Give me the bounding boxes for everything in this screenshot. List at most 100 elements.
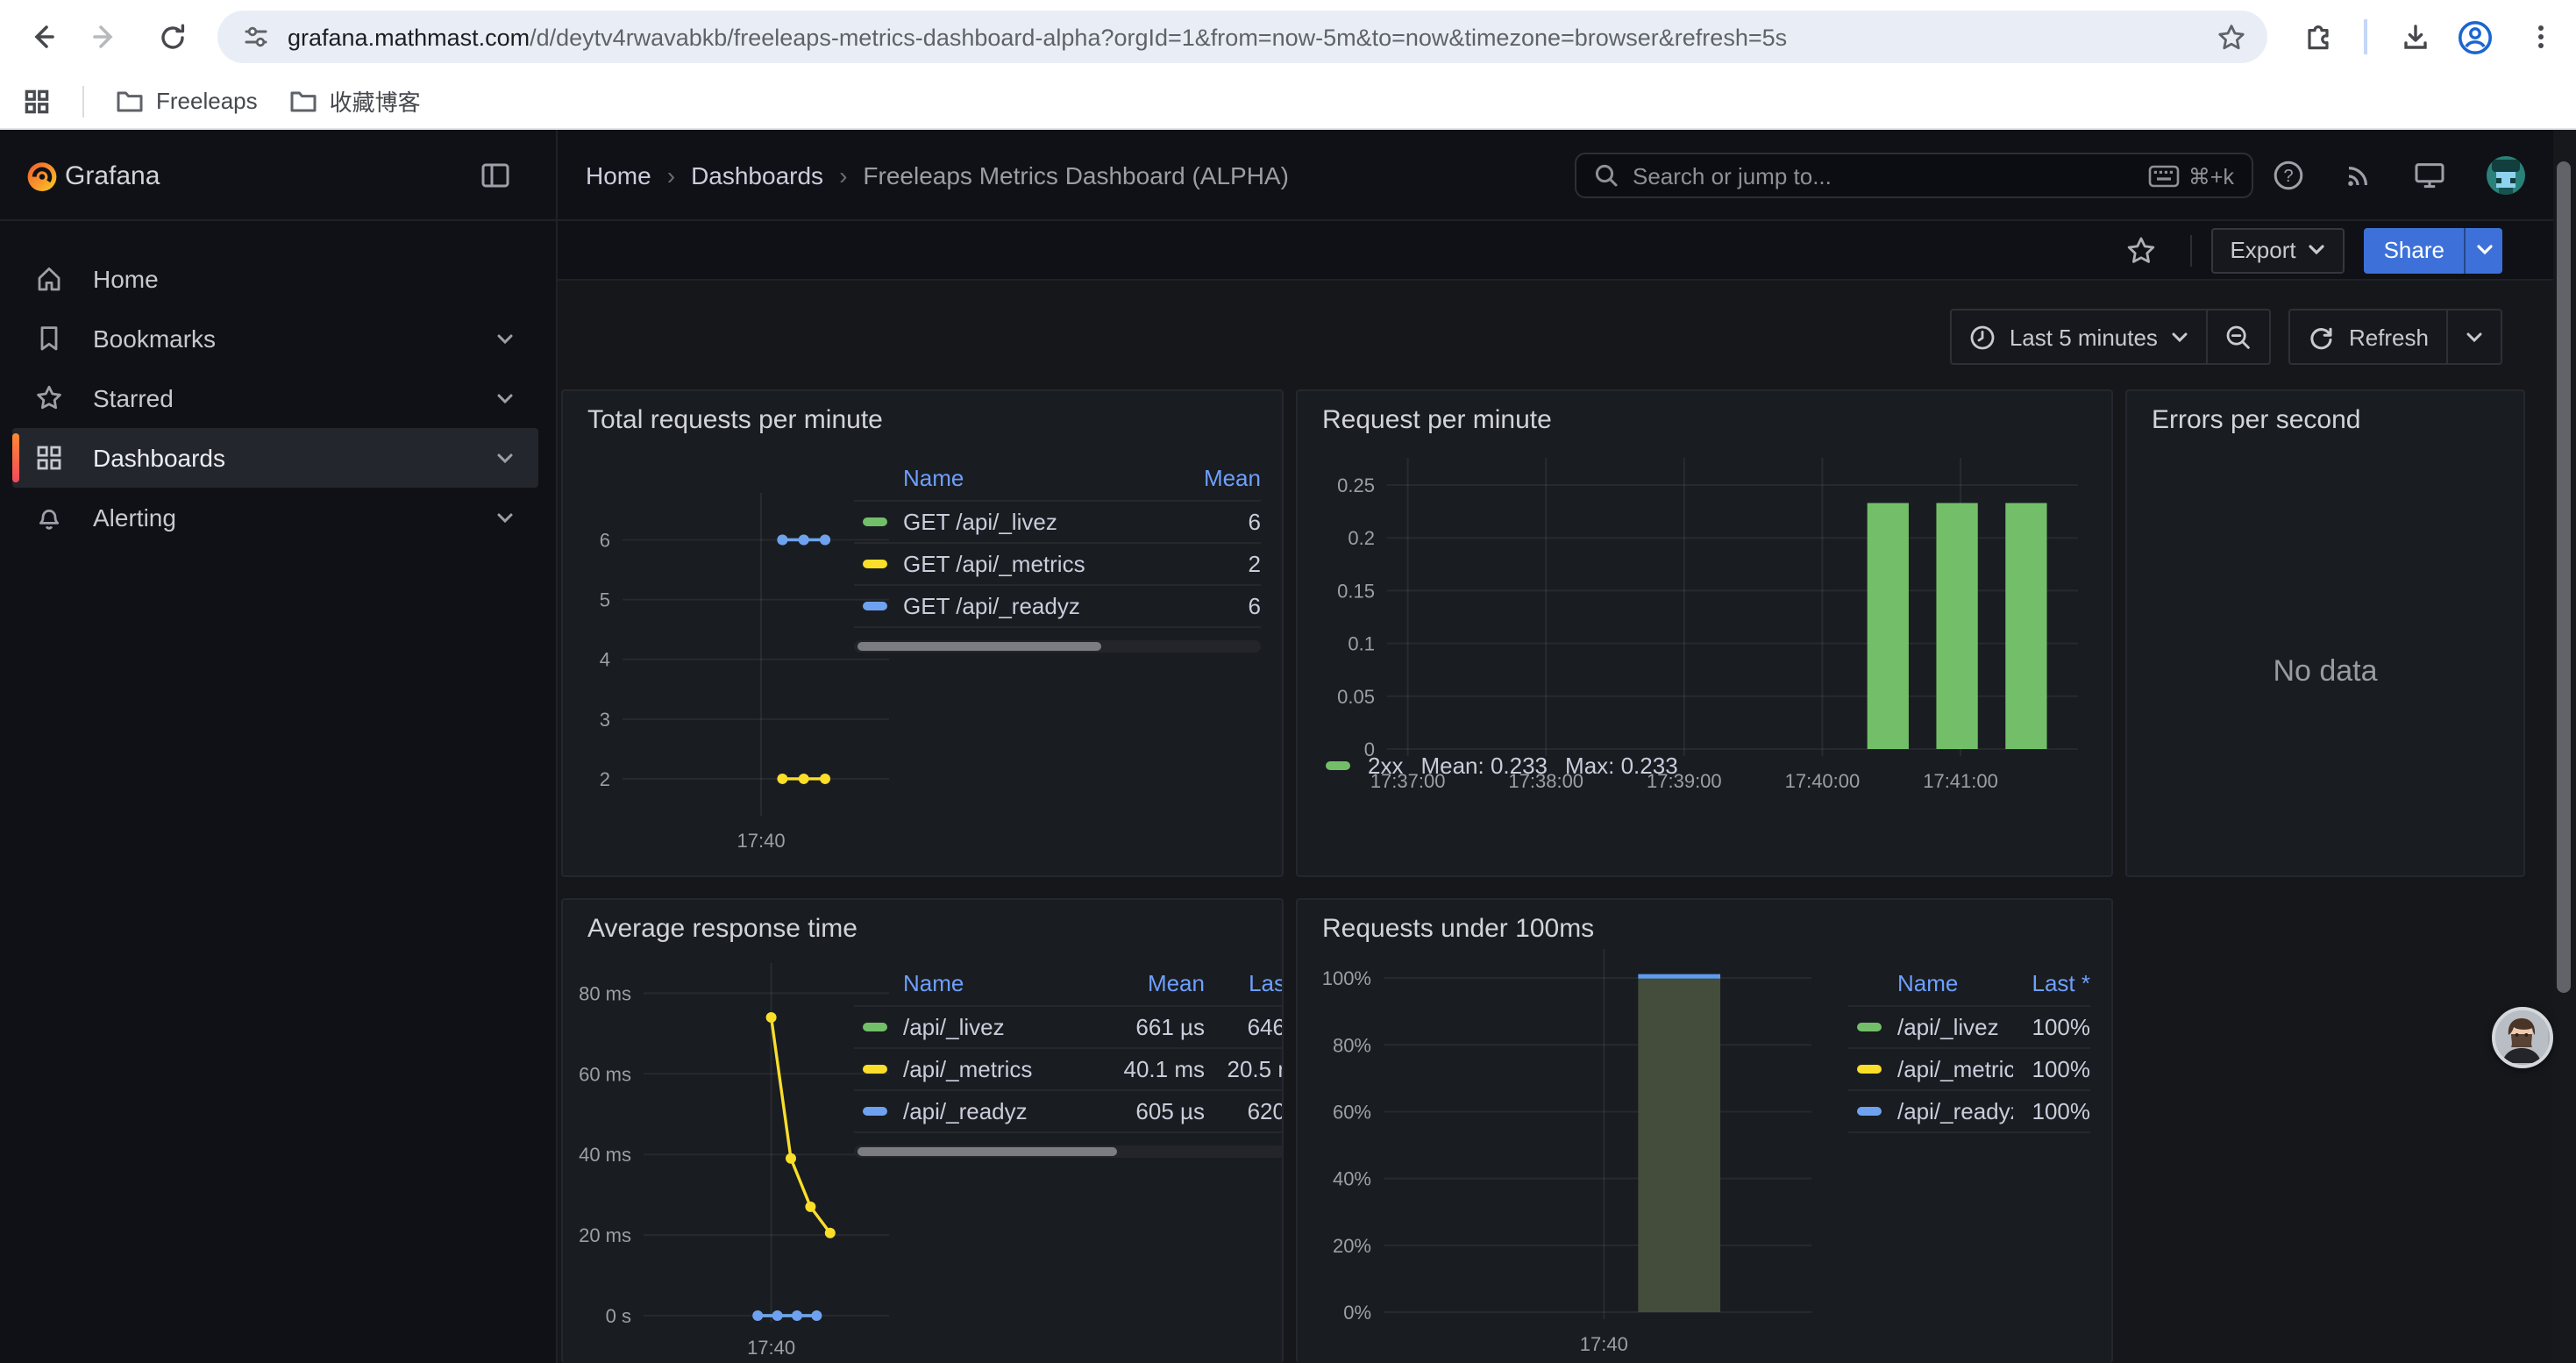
panel-total-requests-per-minute: Total requests per minute 6543217:40 Nam… [561,389,1284,877]
apps-grid-icon[interactable] [23,87,51,115]
svg-text:6: 6 [600,529,610,551]
search-placeholder: Search or jump to... [1633,162,2134,189]
scrollbar-thumb[interactable] [2557,161,2571,993]
time-range-button[interactable]: Last 5 minutes [1952,310,2207,363]
breadcrumb-dashboards[interactable]: Dashboards [691,161,823,189]
folder-icon [116,89,144,113]
series-color-pill [863,560,887,568]
grafana-logo[interactable] [26,159,58,192]
svg-text:17:40:00: 17:40:00 [1785,770,1861,792]
sidebar-item-label: Starred [93,384,496,412]
favorite-star-icon[interactable] [2124,234,2156,266]
chevron-down-icon[interactable] [496,511,514,524]
share-menu-button[interactable] [2464,227,2502,273]
sidebar-item-label: Home [93,265,538,293]
panel-title[interactable]: Total requests per minute [587,405,883,435]
svg-text:40%: 40% [1333,1168,1371,1190]
legend-row[interactable]: /api/_readyz 605 µs 620 [854,1089,1284,1131]
bookmark-folder-freeleaps[interactable]: Freeleaps [116,88,258,114]
back-icon[interactable] [21,16,63,58]
sidebar-item-alerting[interactable]: Alerting [12,488,538,547]
series-color-pill [1857,1065,1882,1074]
svg-text:0 s: 0 s [606,1305,631,1327]
legend-row[interactable]: /api/_livez 100% [1848,1005,2090,1047]
sidebar-item-starred[interactable]: Starred [12,368,538,428]
legend-col-name[interactable]: Name [903,465,1187,491]
reload-icon[interactable] [151,16,193,58]
sidebar-item-bookmarks[interactable]: Bookmarks [12,309,538,368]
forward-icon[interactable] [84,16,126,58]
display-icon[interactable] [2413,160,2446,191]
mega-menu-toggle-icon[interactable] [480,161,510,189]
time-range-group: Last 5 minutes [1950,309,2272,365]
downloads-icon[interactable] [2394,16,2436,58]
legend-col-mean[interactable]: Mean [1187,465,1261,491]
keyboard-icon [2148,164,2180,187]
legend-scrollbar[interactable] [854,1145,1284,1158]
legend-row[interactable]: GET /api/_metrics 2 [854,542,1261,584]
refresh-button[interactable]: Refresh [2291,310,2446,363]
svg-text:0.25: 0.25 [1337,475,1375,496]
legend-table: Name Mean Las /api/_livez 661 µs 646 /ap… [854,967,1284,1158]
legend-row[interactable]: GET /api/_readyz 6 [854,584,1261,626]
profile-icon[interactable] [2453,16,2495,58]
legend-row[interactable]: /api/_readyz 100% [1848,1089,2090,1131]
export-button[interactable]: Export [2210,227,2345,273]
no-data-message: No data [2127,654,2523,689]
legend-scrollbar[interactable] [854,640,1261,653]
news-rss-icon[interactable] [2343,160,2374,191]
panel-requests-under-100ms: Requests under 100ms 100%80%60%40%20%0%1… [1296,898,2113,1363]
chevron-down-icon[interactable] [496,332,514,345]
assistant-avatar[interactable] [2492,1007,2553,1068]
chevron-down-icon[interactable] [496,392,514,404]
legend-series: 2xx [1368,753,1403,779]
share-button[interactable]: Share [2365,237,2464,263]
legend[interactable]: 2xx Mean: 0.233 Max: 0.233 [1326,753,1678,779]
star-icon [35,384,63,412]
refresh-interval-button[interactable] [2448,310,2501,363]
legend-col-last[interactable]: Las [1205,970,1284,996]
svg-text:0%: 0% [1343,1302,1371,1324]
legend-col-name[interactable]: Name [1897,970,2006,996]
bookmark-label: Freeleaps [156,88,258,114]
bookmark-folder-blogs[interactable]: 收藏博客 [289,84,421,118]
panel-title[interactable]: Average response time [587,914,857,944]
panel-title[interactable]: Errors per second [2152,405,2360,435]
home-icon [35,265,63,293]
svg-text:2: 2 [600,768,610,790]
legend-col-last[interactable]: Last * [2006,970,2090,996]
user-avatar[interactable] [2485,154,2527,196]
svg-text:0.2: 0.2 [1348,527,1375,549]
legend-row[interactable]: /api/_metrics 40.1 ms 20.5 r [854,1047,1284,1089]
bookmark-star-icon[interactable] [2217,22,2246,52]
legend-row[interactable]: GET /api/_livez 6 [854,500,1261,542]
breadcrumb-home[interactable]: Home [586,161,651,189]
refresh-icon [2309,324,2335,350]
url-bar[interactable]: grafana.mathmast.com/d/deytv4rwavabkb/fr… [217,11,2267,63]
series-color-pill [863,517,887,526]
grafana-brand[interactable]: Grafana [65,161,160,190]
svg-text:20%: 20% [1333,1235,1371,1257]
search-input[interactable]: Search or jump to... ⌘+k [1575,153,2253,198]
bar-chart-request-per-minute: 0.250.20.150.10.05017:37:0017:38:0017:39… [1303,444,2103,840]
legend-col-mean[interactable]: Mean [1103,970,1205,996]
breadcrumb-separator: › [839,161,847,189]
panel-title[interactable]: Request per minute [1322,405,1552,435]
sidebar-item-dashboards[interactable]: Dashboards [12,428,538,488]
actions-divider [2189,234,2191,266]
legend-row[interactable]: /api/_livez 661 µs 646 [854,1005,1284,1047]
legend-row[interactable]: /api/_metrics 100% [1848,1047,2090,1089]
browser-toolbar: grafana.mathmast.com/d/deytv4rwavabkb/fr… [0,0,2576,74]
legend-col-name[interactable]: Name [903,970,1103,996]
sidebar-item-home[interactable]: Home [12,249,538,309]
extensions-icon[interactable] [2297,16,2339,58]
panel-title[interactable]: Requests under 100ms [1322,914,1594,944]
grafana-topnav: Grafana Home › Dashboards › Freeleaps Me… [0,130,2576,221]
zoom-out-button[interactable] [2209,310,2270,363]
help-icon[interactable]: ? [2273,160,2304,191]
bookmarks-bar: Freeleaps 收藏博客 [0,74,2576,130]
svg-text:17:40: 17:40 [1580,1333,1628,1355]
chevron-down-icon[interactable] [496,452,514,464]
site-controls-icon[interactable] [242,23,270,51]
browser-menu-icon[interactable] [2520,16,2562,58]
